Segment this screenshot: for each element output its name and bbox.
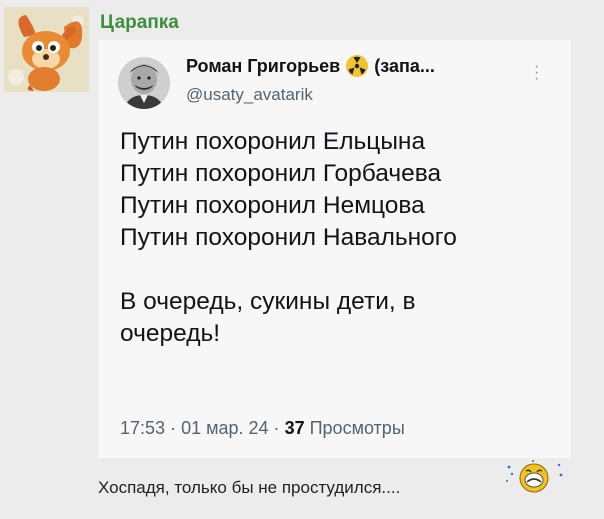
vertical-dots-icon[interactable]: · · · — [534, 59, 539, 87]
post-author-name[interactable]: Царапка — [100, 12, 179, 34]
post-comment: Хоспадя, только бы не простудился.... — [98, 478, 401, 497]
tweet-avatar[interactable] — [118, 57, 170, 109]
views-label: Просмотры — [309, 418, 405, 438]
tweet-text-line: Путин похоронил Горбачева — [120, 160, 442, 187]
sad-smiley-icon — [506, 460, 563, 493]
tweet-author-name-suffix: (запа... — [374, 55, 435, 76]
embedded-tweet-card[interactable]: Роман Григорьев (запа... @usaty_avatarik… — [98, 40, 571, 458]
tweet-time[interactable]: 17:53 — [120, 418, 165, 438]
tweet-text-line: Путин похоронил Навального — [120, 224, 457, 251]
views-count: 37 — [284, 418, 305, 438]
tweet-text: Путин похоронил Ельцына Путин похоронил … — [120, 126, 560, 350]
tweet-text-line: Путин похоронил Ельцына — [120, 128, 426, 155]
meta-separator: · — [273, 418, 280, 438]
user-avatar[interactable] — [4, 7, 89, 92]
tweet-text-line: очередь! — [120, 320, 221, 347]
tweet-text-line: В очередь, сукины дети, в — [120, 288, 416, 315]
tweet-text-line — [120, 254, 560, 286]
radioactive-icon — [346, 55, 369, 77]
tweet-author-name-text: Роман Григорьев — [186, 55, 341, 76]
tweet-handle[interactable]: @usaty_avatarik — [186, 85, 313, 105]
tweet-meta: 17:53 · 01 мар. 24 · 37 Просмотры — [120, 418, 405, 439]
fox-avatar-icon — [4, 7, 89, 92]
man-portrait-icon — [118, 57, 170, 109]
tweet-text-line: Путин похоронил Немцова — [120, 192, 425, 219]
tweet-author-name[interactable]: Роман Григорьев (запа... — [186, 55, 435, 77]
tweet-date[interactable]: 01 мар. 24 — [181, 418, 268, 438]
meta-separator: · — [170, 418, 177, 438]
